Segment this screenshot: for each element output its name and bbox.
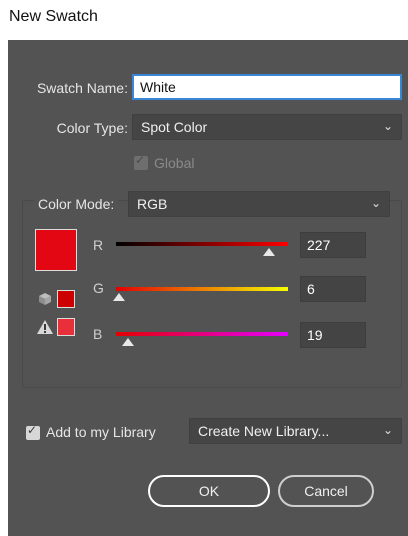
green-value-input[interactable]: 6 <box>300 276 366 302</box>
add-to-library-checkbox[interactable]: ✓ <box>26 423 40 440</box>
color-type-value: Spot Color <box>141 119 208 135</box>
blue-slider-track[interactable] <box>116 332 288 336</box>
cancel-button[interactable]: Cancel <box>278 475 374 507</box>
blue-channel-label: B <box>93 326 103 342</box>
global-label: Global <box>154 155 195 171</box>
cube-icon <box>39 293 51 305</box>
new-swatch-dialog: Swatch Name: White Color Type: Spot Colo… <box>8 40 408 536</box>
green-slider-track[interactable] <box>116 287 288 291</box>
swatch-name-label: Swatch Name: <box>36 80 128 96</box>
blue-value-input[interactable]: 19 <box>300 322 366 348</box>
red-slider-thumb[interactable] <box>263 248 276 256</box>
out-of-gamut-swatch[interactable] <box>57 318 75 336</box>
color-preview-swatch <box>35 229 77 271</box>
add-to-library-label: Add to my Library <box>46 424 156 440</box>
title-bar: New Swatch <box>0 0 408 36</box>
red-slider-track[interactable] <box>116 242 288 246</box>
checkmark-icon: ✓ <box>27 423 38 437</box>
chevron-down-icon: ⌄ <box>382 423 393 437</box>
ok-button[interactable]: OK <box>148 475 270 507</box>
green-channel-label: G <box>93 280 104 296</box>
color-type-select[interactable]: Spot Color ⌄ <box>132 114 402 140</box>
web-safe-swatch[interactable] <box>57 290 75 308</box>
library-select-value: Create New Library... <box>198 423 330 439</box>
color-mode-select[interactable]: RGB ⌄ <box>128 191 390 217</box>
swatch-name-input[interactable]: White <box>132 74 402 100</box>
color-mode-label: Color Mode: <box>34 196 119 212</box>
color-type-label: Color Type: <box>56 120 128 136</box>
library-select[interactable]: Create New Library... ⌄ <box>189 418 402 444</box>
chevron-down-icon: ⌄ <box>382 119 393 133</box>
chevron-down-icon: ⌄ <box>370 196 381 210</box>
warning-icon <box>37 320 53 334</box>
color-mode-value: RGB <box>137 196 168 212</box>
green-slider-thumb[interactable] <box>113 293 126 301</box>
red-channel-label: R <box>93 237 104 253</box>
global-checkbox[interactable]: ✓ <box>134 153 148 170</box>
window-title: New Swatch <box>9 8 98 25</box>
blue-slider-thumb[interactable] <box>122 338 135 346</box>
checkmark-icon: ✓ <box>135 153 146 167</box>
red-value-input[interactable]: 227 <box>300 232 366 258</box>
